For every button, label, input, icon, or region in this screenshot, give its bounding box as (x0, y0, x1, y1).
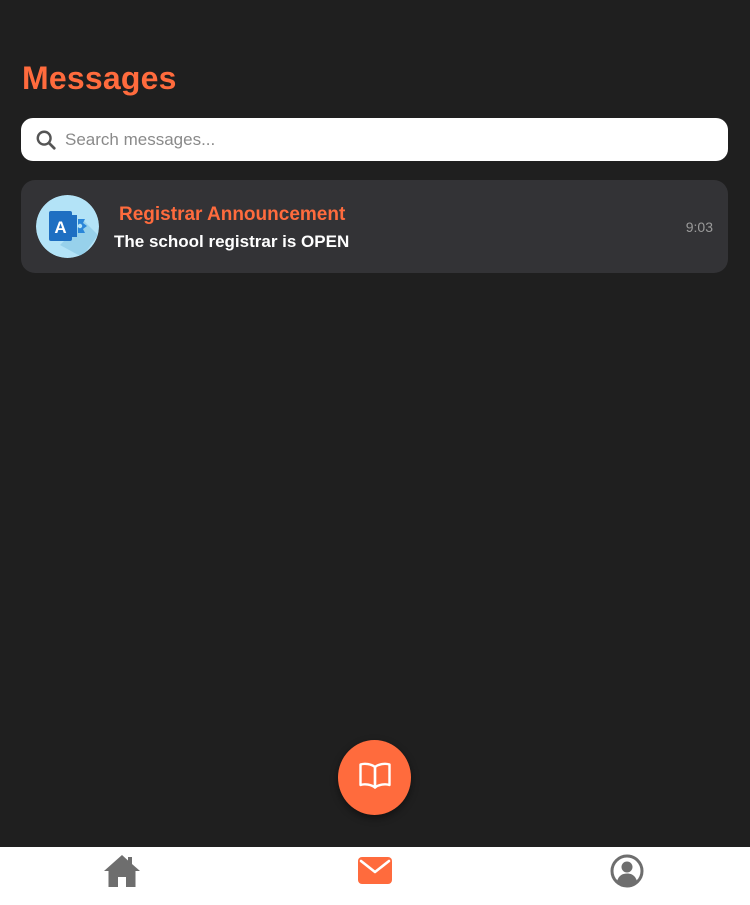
search-bar[interactable] (21, 118, 728, 161)
nav-home-tab[interactable] (102, 853, 142, 893)
nav-messages-tab[interactable] (355, 853, 395, 893)
message-list-item[interactable]: A Registrar Announcement The school regi… (21, 180, 728, 273)
book-open-icon (358, 760, 392, 795)
nav-profile-tab[interactable] (607, 853, 647, 893)
message-preview: The school registrar is OPEN (114, 232, 350, 251)
search-input[interactable] (65, 119, 705, 160)
access-app-icon: A (36, 195, 99, 258)
messages-screen: Messages A Registrar Announcement The sc… (0, 0, 750, 905)
bottom-nav (0, 847, 750, 905)
message-timestamp: 9:03 (685, 219, 713, 235)
search-icon (34, 128, 58, 152)
page-title: Messages (22, 60, 177, 96)
user-circle-icon (610, 854, 644, 893)
home-icon (103, 854, 141, 893)
svg-text:A: A (54, 218, 66, 237)
message-sender: Registrar Announcement (119, 204, 346, 225)
book-fab-button[interactable] (338, 740, 411, 815)
envelope-icon (358, 857, 392, 889)
